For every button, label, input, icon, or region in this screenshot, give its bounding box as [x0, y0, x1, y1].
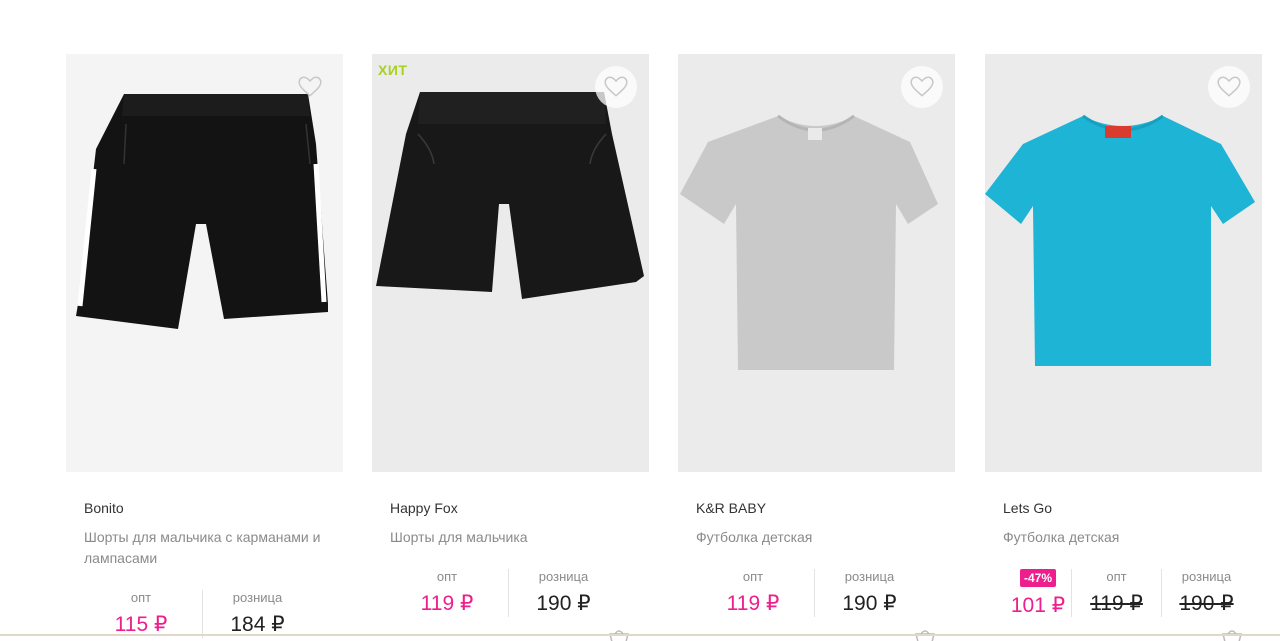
wholesale-price: опт 119 ₽ [1071, 569, 1161, 617]
discount-price: -47% 101 ₽ [999, 569, 1077, 617]
retail-price: розница 190 ₽ [814, 569, 924, 617]
favorite-button[interactable] [595, 66, 637, 108]
heart-outline-icon [604, 76, 628, 97]
product-card[interactable]: Lets Go Футболка детская -47% 101 ₽ опт … [985, 54, 1262, 641]
retail-price: розница 190 ₽ [1161, 569, 1251, 617]
wholesale-label: опт [130, 590, 152, 605]
black-shorts-image [376, 92, 644, 299]
retail-price: розница 190 ₽ [508, 569, 618, 617]
product-photo[interactable] [985, 54, 1262, 472]
shorts-with-stripes-image [76, 94, 328, 329]
retail-label: розница [232, 590, 283, 605]
wholesale-price: опт 119 ₽ [392, 569, 502, 617]
wholesale-value: 119 ₽ [726, 592, 780, 615]
favorite-button[interactable] [1208, 66, 1250, 108]
product-brand[interactable]: Bonito [84, 500, 124, 516]
retail-label: розница [1181, 569, 1232, 584]
hit-badge: ХИТ [378, 62, 408, 78]
gray-tshirt-image [680, 114, 938, 370]
favorite-button[interactable] [289, 66, 331, 108]
heart-outline-icon [1217, 76, 1241, 97]
product-brand[interactable]: K&R BABY [696, 500, 766, 516]
wholesale-value-old: 119 ₽ [1090, 592, 1143, 615]
product-brand[interactable]: Lets Go [1003, 500, 1052, 516]
retail-value: 190 ₽ [536, 592, 591, 615]
product-title[interactable]: Футболка детская [1003, 527, 1253, 548]
price-block: -47% 101 ₽ опт 119 ₽ розница 190 ₽ [985, 569, 1262, 621]
retail-value-old: 190 ₽ [1179, 592, 1234, 615]
wholesale-value: 119 ₽ [420, 592, 474, 615]
heart-outline-icon [910, 76, 934, 97]
retail-price: розница 184 ₽ [202, 590, 312, 638]
product-title[interactable]: Шорты для мальчика с карманами и лампаса… [84, 527, 334, 569]
product-title[interactable]: Шорты для мальчика [390, 527, 640, 548]
discounted-value: 101 ₽ [1010, 594, 1066, 617]
favorite-button[interactable] [901, 66, 943, 108]
wholesale-label: опт [742, 569, 764, 584]
heart-outline-icon [298, 76, 322, 97]
product-card[interactable]: Bonito Шорты для мальчика с карманами и … [66, 54, 343, 641]
wholesale-price: опт 119 ₽ [698, 569, 808, 617]
retail-label: розница [844, 569, 895, 584]
wholesale-label: опт [1106, 569, 1127, 584]
product-card[interactable]: ХИТ Happy Fox Шорты для мальчика опт 119… [372, 54, 649, 641]
product-title[interactable]: Футболка детская [696, 527, 946, 548]
product-photo[interactable]: ХИТ [372, 54, 649, 472]
wholesale-label: опт [436, 569, 458, 584]
price-block: опт 119 ₽ розница 190 ₽ [372, 569, 649, 621]
retail-label: розница [538, 569, 589, 584]
retail-value: 190 ₽ [842, 592, 897, 615]
product-card[interactable]: K&R BABY Футболка детская опт 119 ₽ розн… [678, 54, 955, 641]
discount-badge: -47% [1019, 569, 1056, 587]
product-photo[interactable] [66, 54, 343, 472]
product-photo[interactable] [678, 54, 955, 472]
wholesale-price: опт 115 ₽ [86, 590, 196, 638]
divider [0, 634, 1280, 636]
blue-tshirt-image [985, 114, 1255, 366]
price-block: опт 119 ₽ розница 190 ₽ [678, 569, 955, 621]
product-brand[interactable]: Happy Fox [390, 500, 458, 516]
